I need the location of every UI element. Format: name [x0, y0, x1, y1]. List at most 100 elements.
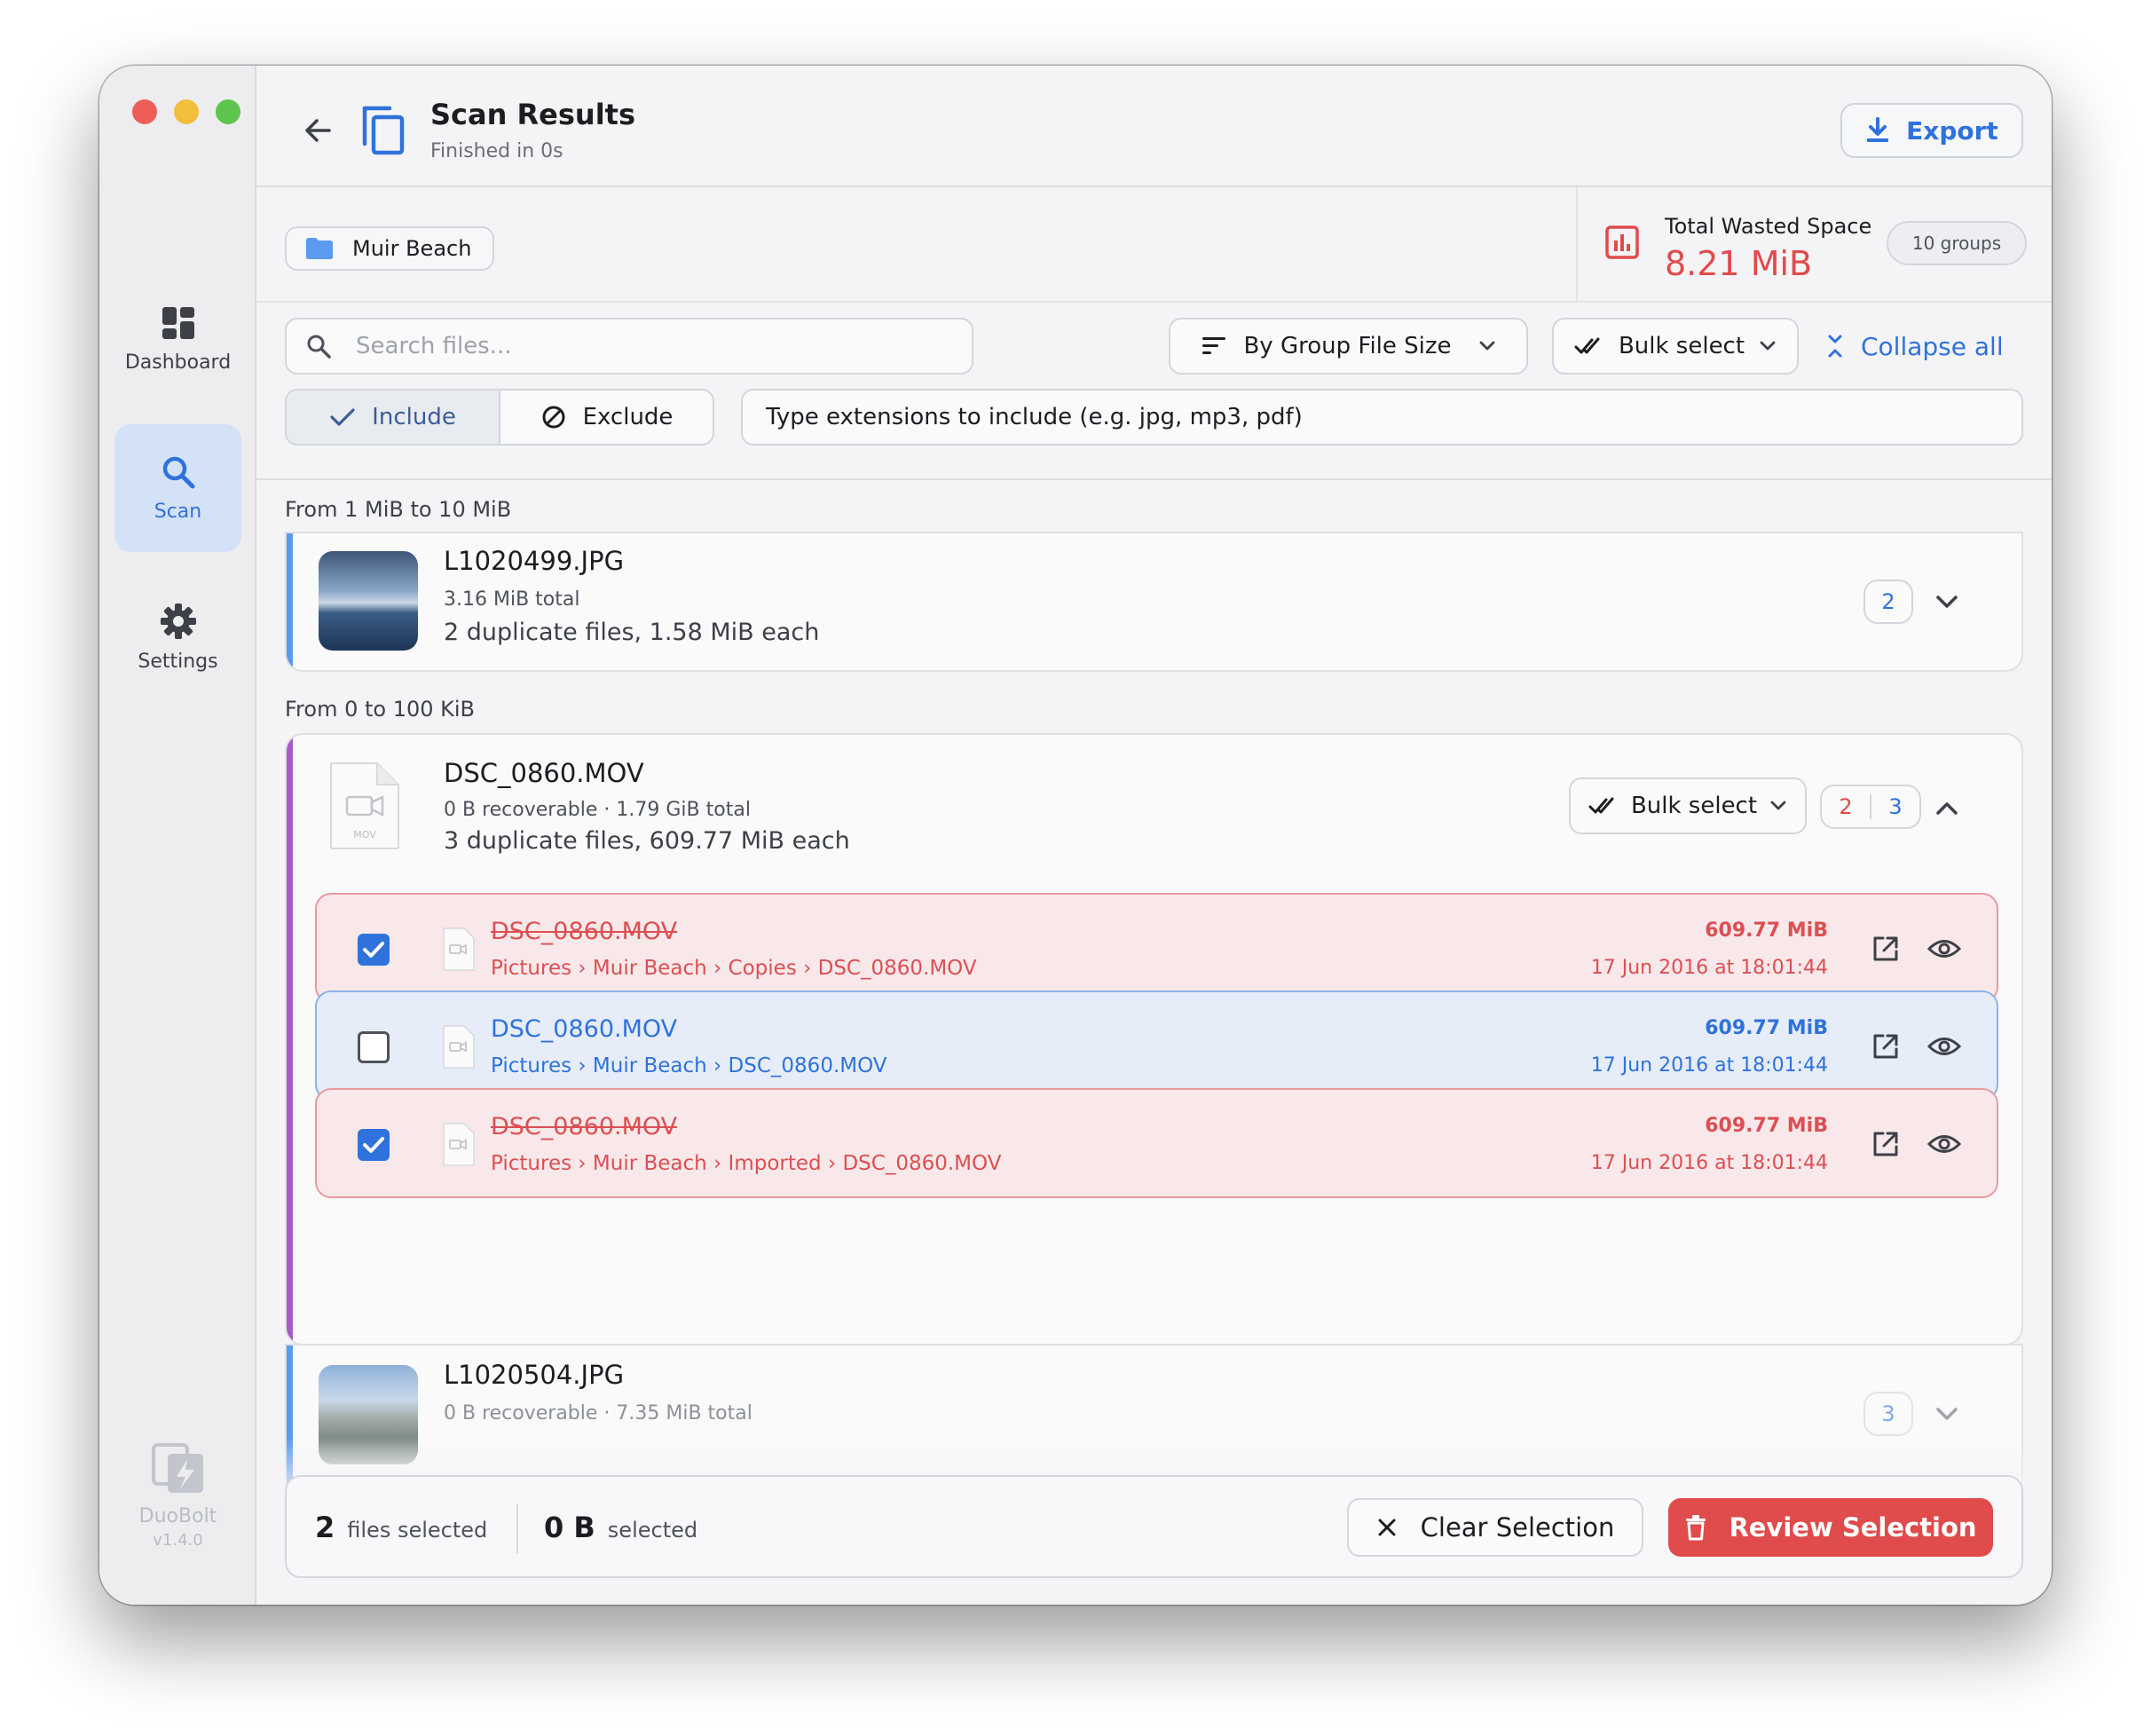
collapse-all-label: Collapse all	[1861, 331, 2004, 361]
checkmark-icon	[363, 942, 384, 958]
sidebar-item-label: Settings	[138, 650, 218, 673]
search-input[interactable]: Search files...	[356, 333, 512, 359]
collapse-icon	[1828, 335, 1842, 358]
sidebar-item-settings[interactable]: Settings	[114, 573, 241, 701]
files-selected-count: 2 files selected	[315, 1511, 487, 1544]
block-icon	[542, 406, 565, 429]
open-external-icon[interactable]	[1871, 1129, 1901, 1159]
export-button[interactable]: Export	[1840, 103, 2023, 158]
file-checkbox[interactable]	[358, 1129, 390, 1161]
review-selection-button[interactable]: Review Selection	[1668, 1498, 1993, 1557]
bytes-selected: 0 B selected	[544, 1511, 697, 1544]
group-accent-bar	[287, 533, 293, 670]
bytes-selected-label: selected	[607, 1518, 698, 1543]
bulk-select-dropdown[interactable]: Bulk select	[1552, 318, 1799, 375]
app-window: Dashboard Scan Settings DuoBolt v1.4.0 S…	[99, 66, 2052, 1605]
sidebar: Dashboard Scan Settings DuoBolt v1.4.0	[99, 66, 256, 1605]
file-type-label: MOV	[353, 829, 376, 840]
chevron-down-icon	[1479, 341, 1494, 351]
chevron-down-icon[interactable]	[1934, 1406, 1960, 1424]
group-count-badge: 3	[1863, 1392, 1913, 1436]
group-count-badge: 2 3	[1820, 785, 1921, 829]
duobolt-logo-icon	[151, 1443, 203, 1493]
duplicate-file-row[interactable]: DSC_0860.MOV Pictures › Muir Beach › DSC…	[315, 990, 1998, 1101]
file-size: 609.77 MiB	[1705, 919, 1828, 942]
group-meta: 0 B recoverable · 1.79 GiB total	[444, 799, 751, 821]
sidebar-item-label: Dashboard	[124, 351, 232, 374]
file-checkbox[interactable]	[358, 1031, 390, 1063]
duplicate-file-row[interactable]: DSC_0860.MOV Pictures › Muir Beach › Imp…	[315, 1088, 1998, 1198]
folder-icon	[306, 238, 333, 259]
file-date: 17 Jun 2016 at 18:01:44	[1590, 1054, 1828, 1077]
minimize-window-button[interactable]	[174, 99, 199, 124]
sort-icon	[1202, 337, 1226, 354]
files-selected-number: 2	[315, 1511, 335, 1544]
close-icon	[1378, 1519, 1396, 1536]
download-icon	[1867, 117, 1889, 142]
extensions-input[interactable]: Type extensions to include (e.g. jpg, mp…	[741, 389, 2023, 446]
group-meta: 3.16 MiB total	[444, 588, 580, 611]
wasted-space-panel: Total Wasted Space 8.21 MiB 10 groups	[1576, 187, 2052, 303]
include-toggle[interactable]: Include	[287, 391, 500, 444]
open-external-icon[interactable]	[1871, 1031, 1901, 1061]
selection-footer: 2 files selected 0 B selected Clear Sele…	[285, 1475, 2023, 1578]
sort-label: By Group File Size	[1243, 333, 1452, 359]
chevron-down-icon[interactable]	[1934, 594, 1960, 612]
search-field[interactable]: Search files...	[285, 318, 973, 375]
page-subtitle: Finished in 0s	[430, 140, 563, 162]
group-bulk-select-dropdown[interactable]: Bulk select	[1569, 777, 1807, 834]
file-date: 17 Jun 2016 at 18:01:44	[1590, 957, 1828, 979]
selected-count: 2	[1822, 794, 1871, 819]
review-selection-label: Review Selection	[1729, 1512, 1977, 1543]
file-size: 609.77 MiB	[1705, 1017, 1828, 1039]
back-arrow-icon[interactable]	[303, 115, 333, 146]
double-check-icon	[1574, 337, 1600, 354]
list-divider	[256, 478, 2052, 480]
footer-divider	[516, 1503, 518, 1553]
file-name: DSC_0860.MOV	[491, 1015, 678, 1043]
exclude-toggle[interactable]: Exclude	[500, 391, 713, 444]
file-path: Pictures › Muir Beach › DSC_0860.MOV	[491, 1054, 887, 1077]
checkmark-icon	[363, 1137, 384, 1153]
duplicate-group-card[interactable]: L1020499.JPG 3.16 MiB total 2 duplicate …	[285, 532, 2023, 672]
close-window-button[interactable]	[132, 99, 157, 124]
scan-info-bar: Muir Beach Total Wasted Space 8.21 MiB 1…	[256, 187, 2052, 303]
image-thumbnail	[319, 551, 418, 651]
clear-selection-button[interactable]: Clear Selection	[1347, 1498, 1643, 1557]
wasted-space-label: Total Wasted Space	[1665, 214, 1872, 239]
file-checkbox[interactable]	[358, 934, 390, 966]
brand-name: DuoBolt	[138, 1505, 217, 1527]
duplicate-files-icon	[362, 106, 405, 155]
total-count: 3	[1888, 794, 1903, 819]
folder-chip[interactable]: Muir Beach	[285, 226, 495, 271]
trash-icon	[1686, 1515, 1706, 1541]
eye-icon[interactable]	[1927, 1035, 1961, 1058]
group-file-name: L1020504.JPG	[444, 1360, 625, 1390]
open-external-icon[interactable]	[1871, 934, 1901, 964]
files-selected-label: files selected	[347, 1518, 488, 1543]
zoom-window-button[interactable]	[216, 99, 240, 124]
eye-icon[interactable]	[1927, 1132, 1961, 1156]
eye-icon[interactable]	[1927, 937, 1961, 960]
sidebar-item-dashboard[interactable]: Dashboard	[114, 275, 241, 403]
video-file-icon	[443, 1025, 475, 1069]
size-section-header: From 1 MiB to 10 MiB	[285, 497, 512, 522]
duplicate-file-row[interactable]: DSC_0860.MOV Pictures › Muir Beach › Cop…	[315, 893, 1998, 1003]
group-meta: 0 B recoverable · 7.35 MiB total	[444, 1402, 752, 1424]
double-check-icon	[1588, 797, 1614, 814]
search-icon	[307, 335, 331, 359]
group-file-name: L1020499.JPG	[444, 546, 625, 576]
bulk-select-label: Bulk select	[1630, 793, 1758, 819]
collapse-all-button[interactable]: Collapse all	[1825, 318, 2004, 375]
video-file-icon	[443, 927, 475, 971]
wasted-space-value: 8.21 MiB	[1665, 244, 1813, 283]
sidebar-item-label: Scan	[154, 500, 202, 523]
check-icon	[330, 408, 355, 426]
chevron-up-icon[interactable]	[1934, 799, 1960, 817]
group-summary: 2 duplicate files, 1.58 MiB each	[444, 619, 820, 646]
bulk-select-label: Bulk select	[1618, 333, 1745, 359]
include-label: Include	[372, 404, 456, 430]
sidebar-item-scan[interactable]: Scan	[114, 424, 241, 552]
duplicate-group-card-expanded: MOV DSC_0860.MOV 0 B recoverable · 1.79 …	[285, 733, 2023, 1345]
sort-dropdown[interactable]: By Group File Size	[1169, 318, 1528, 375]
